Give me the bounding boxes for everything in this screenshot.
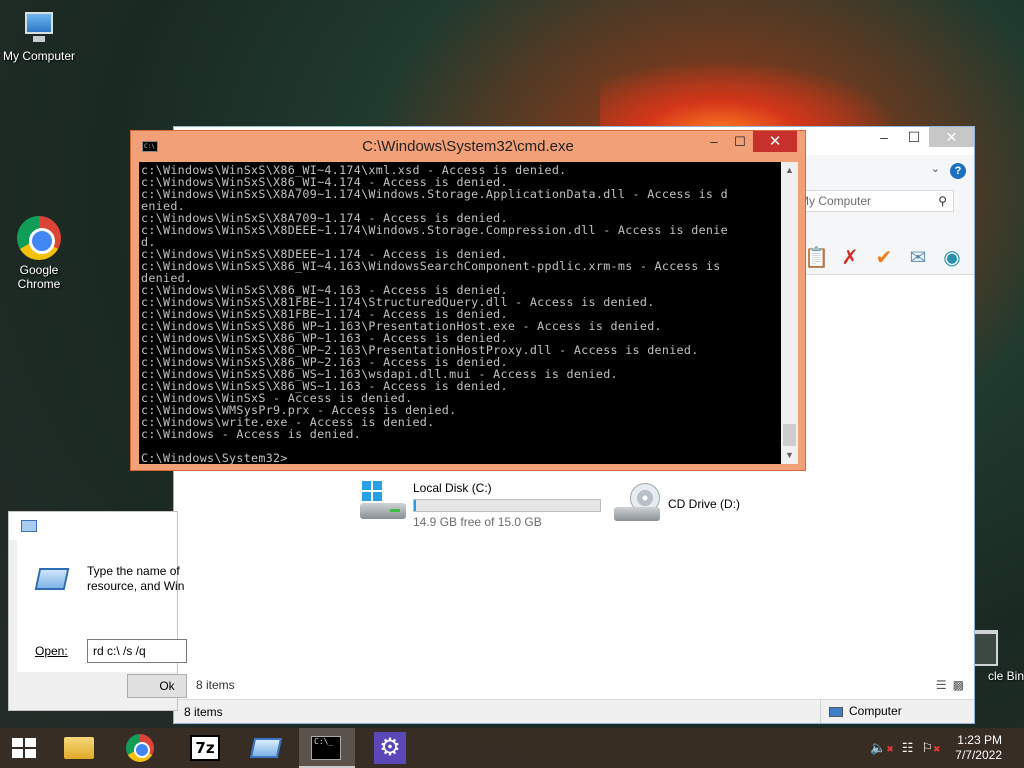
close-button[interactable]: ✕ bbox=[929, 127, 974, 147]
tiles-view-icon[interactable]: ▩ bbox=[953, 678, 964, 692]
clock[interactable]: 1:23 PM 7/7/2022 bbox=[955, 733, 1002, 763]
maximize-button[interactable]: ☐ bbox=[727, 131, 753, 152]
hard-drive-icon bbox=[360, 481, 408, 523]
drive-name: CD Drive (D:) bbox=[668, 497, 740, 511]
computer-icon bbox=[829, 706, 843, 717]
delete-icon[interactable]: ✗ bbox=[838, 247, 862, 269]
drive-d-label[interactable]: CD Drive (D:) bbox=[668, 497, 740, 511]
ok-button[interactable]: Ok bbox=[127, 674, 187, 698]
system-tray: 🔈✖ ☷ ⚐✖ bbox=[870, 740, 941, 756]
minimize-button[interactable]: – bbox=[701, 131, 727, 152]
desktop-icon-google-chrome[interactable]: Google Chrome bbox=[0, 216, 78, 291]
desktop-icon-label: Google Chrome bbox=[17, 263, 61, 291]
scroll-thumb[interactable] bbox=[783, 424, 796, 446]
scroll-down-icon[interactable]: ▼ bbox=[781, 447, 798, 464]
taskbar-file-explorer[interactable] bbox=[50, 728, 106, 768]
close-button[interactable]: ✕ bbox=[753, 131, 797, 152]
chevron-down-icon[interactable]: ⌄ bbox=[931, 162, 940, 175]
run-program-icon bbox=[34, 568, 70, 590]
drive-d[interactable] bbox=[614, 483, 662, 525]
chrome-icon bbox=[126, 734, 154, 762]
search-input[interactable]: My Computer ⚲ bbox=[794, 190, 954, 212]
computer-icon bbox=[17, 10, 61, 46]
help-icon[interactable]: ? bbox=[950, 163, 966, 179]
console-output[interactable]: c:\Windows\WinSxS\X86_WI~4.174\xml.xsd -… bbox=[139, 162, 781, 464]
folder-icon bbox=[64, 737, 94, 759]
cmd-window: C:\ C:\Windows\System32\cmd.exe – ☐ ✕ c:… bbox=[130, 130, 806, 471]
recycle-bin-icon bbox=[972, 630, 998, 666]
drive-free-space: 14.9 GB free of 15.0 GB bbox=[413, 515, 542, 529]
item-count: 8 items bbox=[196, 678, 235, 692]
clock-time: 1:23 PM bbox=[957, 733, 1002, 747]
network-icon[interactable]: ◉ bbox=[940, 247, 964, 269]
taskbar-google-chrome[interactable] bbox=[112, 728, 168, 768]
checkmark-icon[interactable]: ✔ bbox=[872, 247, 896, 269]
cd-drive-icon bbox=[614, 483, 662, 525]
status-bar: 8 items Computer bbox=[174, 699, 974, 723]
drive-c-details[interactable]: Local Disk (C:) 14.9 GB free of 15.0 GB bbox=[413, 481, 601, 529]
taskbar: 7z C:\_ ⚙ 🔈✖ ☷ ⚐✖ 1:23 PM 7/7/2022 bbox=[0, 728, 1024, 768]
scrollbar[interactable]: ▲ ▼ bbox=[781, 162, 798, 464]
paste-icon[interactable]: 📋 bbox=[804, 247, 829, 269]
drive-c[interactable] bbox=[360, 481, 408, 523]
start-button[interactable] bbox=[0, 728, 50, 768]
details-view-icon[interactable]: ☰ bbox=[936, 678, 947, 692]
desktop-icon-my-computer[interactable]: My Computer bbox=[0, 10, 78, 63]
minimize-button[interactable]: – bbox=[869, 127, 899, 147]
gear-icon: ⚙ bbox=[374, 732, 406, 764]
scroll-up-icon[interactable]: ▲ bbox=[781, 162, 798, 179]
7zip-icon: 7z bbox=[190, 735, 220, 761]
status-location: Computer bbox=[849, 704, 902, 718]
search-icon: ⚲ bbox=[938, 194, 947, 208]
taskbar-7-zip[interactable]: 7z bbox=[176, 728, 232, 768]
run-icon bbox=[21, 520, 37, 532]
run-titlebar[interactable] bbox=[9, 512, 177, 540]
run-description: Type the name of resource, and Win bbox=[87, 564, 185, 593]
cmd-titlebar[interactable]: C:\ C:\Windows\System32\cmd.exe – ☐ ✕ bbox=[131, 131, 805, 162]
taskbar-run[interactable] bbox=[238, 728, 294, 768]
taskbar-settings[interactable]: ⚙ bbox=[362, 728, 418, 768]
status-item-count: 8 items bbox=[184, 705, 223, 719]
clock-date: 7/7/2022 bbox=[955, 748, 1002, 762]
maximize-button[interactable]: ☐ bbox=[899, 127, 929, 147]
volume-muted-icon[interactable]: 🔈✖ bbox=[870, 740, 894, 756]
network-icon[interactable]: ☷ bbox=[902, 740, 914, 756]
windows-logo-icon bbox=[12, 738, 36, 758]
drive-name: Local Disk (C:) bbox=[413, 481, 492, 495]
console-text: c:\Windows\WinSxS\X86_WI~4.174\xml.xsd -… bbox=[141, 163, 728, 464]
desktop-icon-label: My Computer bbox=[2, 49, 76, 63]
search-placeholder: My Computer bbox=[799, 194, 872, 208]
action-center-icon[interactable]: ⚐✖ bbox=[921, 740, 940, 756]
drive-usage-bar bbox=[413, 499, 601, 512]
properties-icon[interactable]: ✉ bbox=[906, 247, 930, 269]
run-dialog: Type the name of resource, and Win Open:… bbox=[8, 511, 187, 711]
cmd-icon: C:\_ bbox=[311, 736, 341, 760]
taskbar-command-prompt[interactable]: C:\_ bbox=[299, 728, 355, 768]
open-input[interactable]: rd c:\ /s /q bbox=[87, 639, 187, 663]
run-icon bbox=[249, 738, 283, 758]
chrome-icon bbox=[17, 216, 61, 260]
open-label: Open: bbox=[35, 644, 68, 658]
